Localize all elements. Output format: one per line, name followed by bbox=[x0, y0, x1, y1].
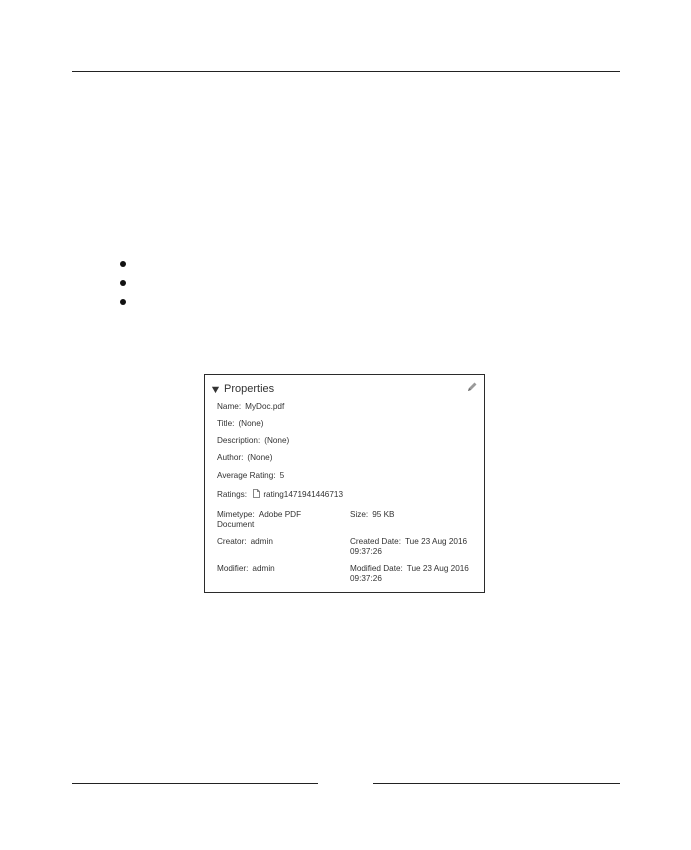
bullet-icon bbox=[120, 299, 126, 305]
average-rating-label: Average Rating: bbox=[217, 471, 276, 480]
modified-date-label: Modified Date: bbox=[350, 564, 403, 573]
average-rating-value: 5 bbox=[279, 471, 285, 480]
pencil-icon[interactable] bbox=[466, 381, 478, 393]
document-icon bbox=[253, 489, 261, 498]
author-property: Author: (None) bbox=[217, 453, 272, 463]
description-property: Description: (None) bbox=[217, 436, 289, 446]
size-value: 95 KB bbox=[372, 510, 395, 519]
ratings-label: Ratings: bbox=[217, 490, 248, 499]
rating-link-text[interactable]: rating1471941446713 bbox=[263, 490, 343, 499]
footer-rule-left bbox=[72, 783, 318, 784]
modifier-property: Modifier: admin bbox=[217, 564, 275, 574]
size-label: Size: bbox=[350, 510, 369, 519]
ratings-property: Ratings: rating1471941446713 bbox=[217, 489, 343, 500]
name-value: MyDoc.pdf bbox=[245, 402, 285, 411]
panel-title: Properties bbox=[224, 383, 275, 395]
properties-panel: Properties Name: MyDoc.pdf Title: (None) D… bbox=[204, 374, 485, 593]
average-rating-property: Average Rating: 5 bbox=[217, 471, 284, 481]
modified-date-property: Modified Date: Tue 23 Aug 2016 09:37:26 bbox=[350, 564, 475, 584]
description-value: (None) bbox=[264, 436, 290, 445]
triangle-down-icon[interactable] bbox=[211, 385, 220, 394]
modifier-value: admin bbox=[252, 564, 275, 573]
creator-label: Creator: bbox=[217, 537, 247, 546]
mimetype-label: Mimetype: bbox=[217, 510, 255, 519]
footer-rule-right bbox=[373, 783, 620, 784]
name-label: Name: bbox=[217, 402, 242, 411]
rating-link[interactable]: rating1471941446713 bbox=[253, 489, 343, 499]
bullet-icon bbox=[120, 280, 126, 286]
author-value: (None) bbox=[247, 453, 273, 462]
description-label: Description: bbox=[217, 436, 261, 445]
creator-property: Creator: admin bbox=[217, 537, 273, 547]
title-value: (None) bbox=[238, 419, 264, 428]
bullet-icon bbox=[120, 261, 126, 267]
created-date-property: Created Date: Tue 23 Aug 2016 09:37:26 bbox=[350, 537, 475, 557]
modifier-label: Modifier: bbox=[217, 564, 249, 573]
header-rule bbox=[72, 71, 620, 72]
title-label: Title: bbox=[217, 419, 235, 428]
author-label: Author: bbox=[217, 453, 244, 462]
name-property: Name: MyDoc.pdf bbox=[217, 402, 284, 412]
size-property: Size: 95 KB bbox=[350, 510, 395, 520]
creator-value: admin bbox=[250, 537, 273, 546]
title-property: Title: (None) bbox=[217, 419, 263, 429]
properties-header[interactable]: Properties bbox=[211, 381, 478, 397]
mimetype-property: Mimetype: Adobe PDF Document bbox=[217, 510, 317, 530]
created-date-label: Created Date: bbox=[350, 537, 401, 546]
